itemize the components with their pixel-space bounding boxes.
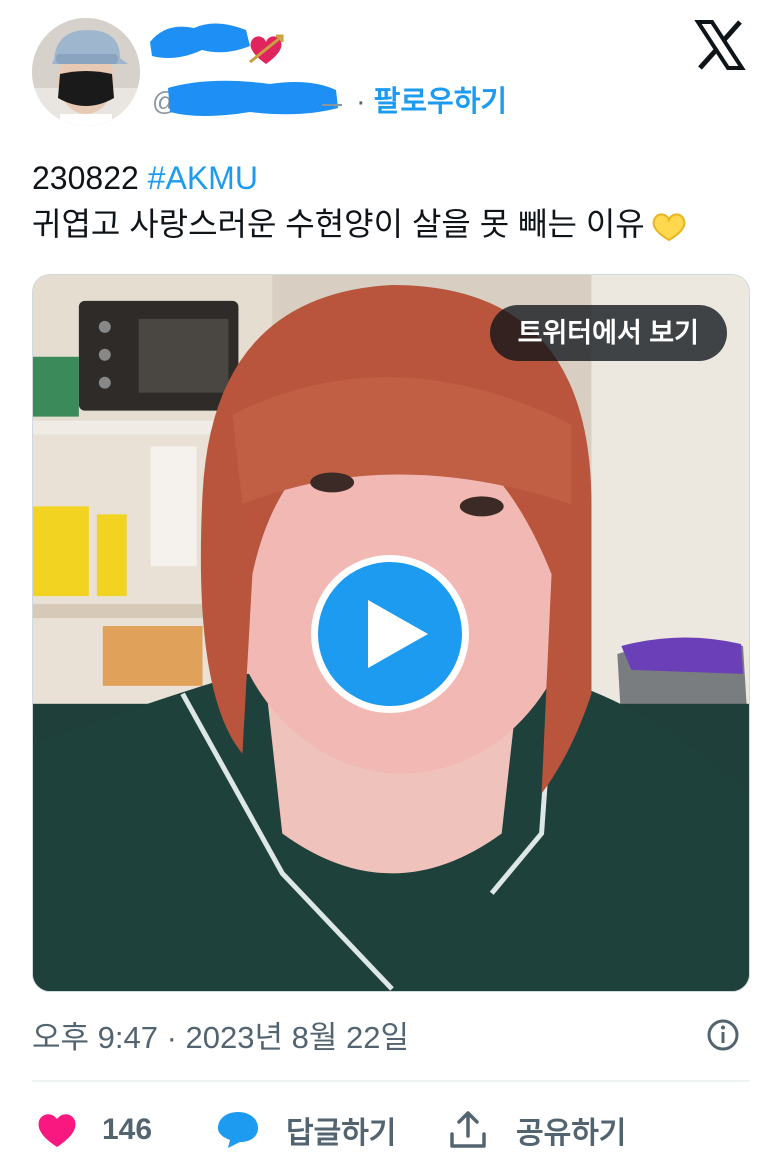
heart-arrow-emoji-icon — [249, 34, 284, 64]
action-bar: 146 답글하기 공유하기 — [0, 1098, 773, 1160]
view-on-twitter-button[interactable]: 트위터에서 보기 — [489, 305, 727, 361]
yellow-heart-hands-emoji-icon — [652, 212, 686, 241]
reply-button[interactable]: 답글하기 — [216, 1108, 396, 1152]
follow-label: 팔로우하기 — [373, 86, 508, 118]
share-button[interactable]: 공유하기 — [448, 1108, 626, 1152]
heart-icon — [38, 1114, 76, 1147]
hashtag-link[interactable]: #AKMU — [148, 160, 258, 196]
x-logo-icon[interactable] — [694, 20, 746, 70]
play-icon — [368, 600, 428, 668]
follow-button[interactable]: · 팔로우하기 — [356, 78, 507, 120]
avatar[interactable] — [32, 18, 140, 126]
like-button[interactable]: 146 — [36, 1108, 152, 1152]
tweet-date: 230822 — [32, 160, 139, 196]
redacted-display-name — [150, 23, 250, 59]
speech-bubble-icon — [218, 1112, 258, 1148]
share-upload-icon — [450, 1111, 486, 1148]
tweet-timestamp[interactable]: 오후 9:47 · 2023년 8월 22일 — [32, 1012, 409, 1057]
redacted-handle: @ — [152, 80, 342, 116]
play-button[interactable] — [311, 555, 469, 713]
tweet-header: @ · 팔로우하기 — [0, 0, 773, 140]
tweet-text: 230822 #AKMU 귀엽고 사랑스러운 수현양이 살을 못 빼는 이유 — [32, 158, 752, 242]
follow-separator: · — [356, 86, 366, 118]
video-player[interactable]: 트위터에서 보기 — [32, 274, 750, 992]
share-label: 공유하기 — [516, 1117, 627, 1150]
tweet-body: 귀엽고 사랑스러운 수현양이 살을 못 빼는 이유 — [32, 206, 645, 242]
tweet-line-1: 230822 #AKMU — [32, 158, 752, 198]
info-icon[interactable] — [706, 1018, 740, 1052]
reply-label: 답글하기 — [286, 1117, 397, 1150]
like-count: 146 — [102, 1113, 153, 1146]
tweet-line-2: 귀엽고 사랑스러운 수현양이 살을 못 빼는 이유 — [32, 204, 689, 244]
divider — [32, 1080, 750, 1082]
